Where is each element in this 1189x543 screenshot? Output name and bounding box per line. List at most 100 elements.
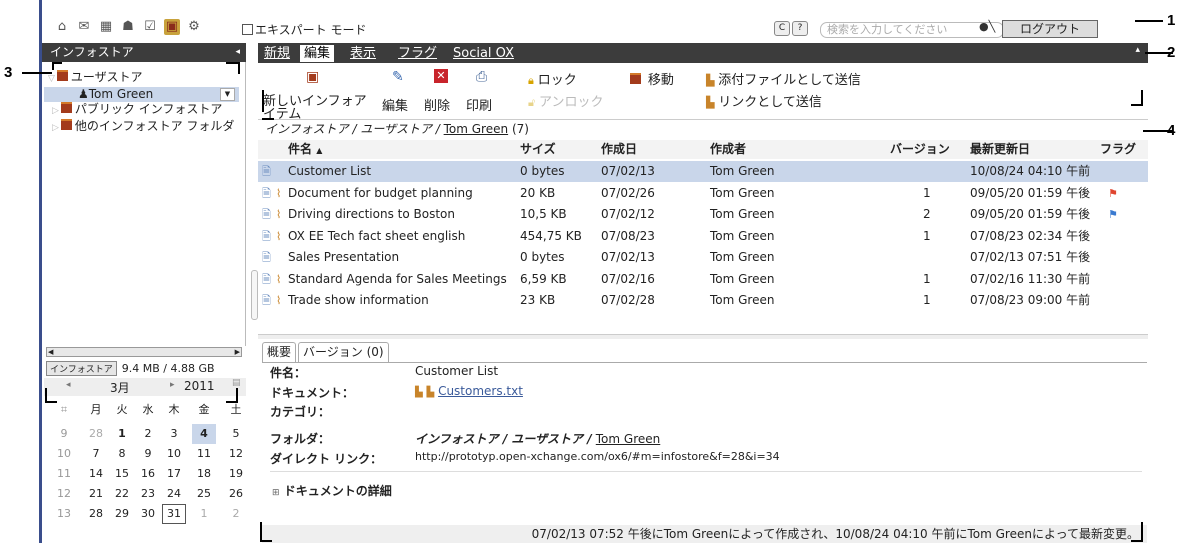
week-number[interactable]: 10 xyxy=(52,444,76,464)
tab-flag[interactable]: フラグ xyxy=(394,45,441,62)
calendar-menu-icon[interactable]: ▤ xyxy=(232,378,241,388)
calendar-day[interactable]: 2 xyxy=(224,504,248,524)
calendar-day[interactable]: 23 xyxy=(136,484,160,504)
column-header-flag[interactable]: フラグ xyxy=(1100,140,1137,159)
scroll-left-icon[interactable]: ◀ xyxy=(48,348,53,356)
tree-item-user-store[interactable]: ▽ ユーザストア xyxy=(48,70,143,87)
calendar-day[interactable]: 18 xyxy=(192,464,216,484)
week-number[interactable]: 13 xyxy=(52,504,76,524)
scroll-right-icon[interactable]: ▶ xyxy=(235,348,240,356)
attachment-icon[interactable]: ▙ xyxy=(415,387,423,398)
calendar-day[interactable]: 26 xyxy=(224,484,248,504)
calendar-day[interactable]: 28 xyxy=(84,504,108,524)
document-details-toggle[interactable]: ⊞ ドキュメントの詳細 xyxy=(272,482,392,499)
breadcrumb-folder-link[interactable]: Tom Green xyxy=(444,122,508,136)
checkbox-icon[interactable] xyxy=(242,24,253,35)
tree-item-public[interactable]: ▷ パブリック インフォストア xyxy=(52,102,222,119)
table-row[interactable]: 🗎︎ ⌇ Driving directions to Boston 10,5 KB 07… xyxy=(258,204,1148,225)
calendar-day[interactable]: 1 xyxy=(192,504,216,524)
blue-flag-icon[interactable]: ⚑ xyxy=(1108,204,1118,225)
week-number[interactable]: 9 xyxy=(52,424,76,444)
tab-view[interactable]: 表示 xyxy=(346,45,380,62)
calendar-month[interactable]: 3月 xyxy=(110,379,130,396)
red-flag-icon[interactable]: ⚑ xyxy=(1108,183,1118,204)
home-icon[interactable]: ⌂ xyxy=(54,19,70,35)
calendar-day[interactable]: 8 xyxy=(110,444,134,464)
search-input[interactable]: 検索を入力してください xyxy=(820,22,1004,38)
calendar-day[interactable]: 10 xyxy=(162,444,186,464)
calendar-day[interactable]: 28 xyxy=(84,424,108,444)
tab-overview[interactable]: 概要 xyxy=(262,342,297,362)
collapse-ribbon-icon[interactable]: ▴ xyxy=(1135,45,1140,55)
chevron-down-icon[interactable]: ▼ xyxy=(220,88,235,101)
tab-new[interactable]: 新規 xyxy=(260,45,294,62)
tree-item-tom-green[interactable]: ♟Tom Green ▼ xyxy=(44,87,239,102)
table-row[interactable]: 🗎︎ Customer List 0 bytes 07/02/13 Tom Green 1… xyxy=(258,161,1148,182)
folder-link[interactable]: Tom Green xyxy=(596,432,660,446)
calendar-day[interactable]: 17 xyxy=(162,464,186,484)
send-attachment-button[interactable]: ▙ 添付ファイルとして送信 xyxy=(706,69,861,88)
lock-button[interactable]: 🔒︎ ロック xyxy=(528,69,577,88)
calendar-day[interactable]: 19 xyxy=(224,464,248,484)
tree-item-other[interactable]: ▷ 他のインフォストア フォルダ xyxy=(52,119,234,136)
settings-icon[interactable]: ⚙ xyxy=(186,19,202,35)
horizontal-splitter[interactable] xyxy=(258,334,1148,339)
column-header-modified[interactable]: 最新更新日 xyxy=(970,140,1031,159)
calendar-year[interactable]: 2011 xyxy=(184,379,215,393)
calendar-day[interactable]: 15 xyxy=(110,464,134,484)
column-header-size[interactable]: サイズ xyxy=(520,140,556,159)
column-header-created[interactable]: 作成日 xyxy=(601,140,638,159)
tab-edit[interactable]: 編集 xyxy=(300,45,335,62)
column-header-author[interactable]: 作成者 xyxy=(710,140,747,159)
calendar-day[interactable]: 22 xyxy=(110,484,134,504)
tab-social-ox[interactable]: Social OX xyxy=(449,45,518,62)
refresh-icon[interactable]: C xyxy=(774,21,790,36)
calendar-day[interactable]: 25 xyxy=(192,484,216,504)
vertical-splitter[interactable] xyxy=(251,270,258,320)
expand-icon[interactable]: ▷ xyxy=(52,123,59,133)
infostore-icon[interactable]: ▣ xyxy=(164,19,180,35)
calendar-day[interactable]: 11 xyxy=(192,444,216,464)
send-link-button[interactable]: ▙ リンクとして送信 xyxy=(706,91,822,110)
contacts-icon[interactable]: ☗ xyxy=(120,19,136,35)
calendar-day[interactable]: 21 xyxy=(84,484,108,504)
calendar-icon[interactable]: ▦ xyxy=(98,19,114,35)
horizontal-scrollbar[interactable]: ◀ ▶ xyxy=(46,347,242,357)
week-number[interactable]: 11 xyxy=(52,464,76,484)
table-row[interactable]: 🗎︎ ⌇ OX EE Tech fact sheet english 454,75 K… xyxy=(258,226,1148,247)
expert-mode-toggle[interactable]: エキスパート モード xyxy=(242,21,366,38)
search-icon[interactable]: ●╲ xyxy=(979,20,995,33)
table-row[interactable]: 🗎︎ ⌇ Standard Agenda for Sales Meetings 6,5… xyxy=(258,269,1148,290)
new-item-button[interactable]: ▣ 新しいインフォアイテム xyxy=(260,67,370,121)
direct-link-value[interactable]: http://prototyp.open-xchange.com/ox6/#m=… xyxy=(415,450,780,463)
tasks-icon[interactable]: ☑ xyxy=(142,19,158,35)
help-icon[interactable]: ? xyxy=(792,21,808,36)
calendar-day[interactable]: 3 xyxy=(162,424,186,444)
calendar-day[interactable]: 24 xyxy=(162,484,186,504)
calendar-day[interactable]: 14 xyxy=(84,464,108,484)
calendar-day[interactable]: 2 xyxy=(136,424,160,444)
logout-button[interactable]: ログアウト xyxy=(1002,20,1098,38)
tab-versions[interactable]: バージョン (0) xyxy=(298,342,389,362)
calendar-day[interactable]: 9 xyxy=(136,444,160,464)
calendar-day[interactable]: 12 xyxy=(224,444,248,464)
table-row[interactable]: 🗎︎ Sales Presentation 0 bytes 07/02/13 Tom G… xyxy=(258,247,1148,268)
week-number[interactable]: 12 xyxy=(52,484,76,504)
column-header-subject[interactable]: 件名 ▲ xyxy=(288,140,323,159)
expand-icon[interactable]: ▷ xyxy=(52,106,59,116)
calendar-day[interactable]: 1 xyxy=(110,424,134,444)
calendar-day-selected[interactable]: 31 xyxy=(162,504,186,524)
expand-icon[interactable]: ▽ xyxy=(48,74,55,84)
calendar-day[interactable]: 29 xyxy=(110,504,134,524)
download-icon[interactable]: ▙ xyxy=(427,387,435,398)
calendar-day[interactable]: 7 xyxy=(84,444,108,464)
calendar-day-today[interactable]: 4 xyxy=(192,424,216,444)
mail-icon[interactable]: ✉ xyxy=(76,19,92,35)
column-header-version[interactable]: バージョン xyxy=(890,140,950,159)
delete-button[interactable]: ✕ 削除 xyxy=(424,67,460,114)
document-link[interactable]: Customers.txt xyxy=(438,384,523,398)
table-row[interactable]: 🗎︎ ⌇ Document for budget planning 20 KB 07/0… xyxy=(258,183,1148,204)
next-month-icon[interactable]: ▸ xyxy=(170,380,175,390)
table-row[interactable]: 🗎︎ ⌇ Trade show information 23 KB 07/02/28 To… xyxy=(258,290,1148,311)
edit-button[interactable]: ✎ 編集 xyxy=(382,67,418,114)
